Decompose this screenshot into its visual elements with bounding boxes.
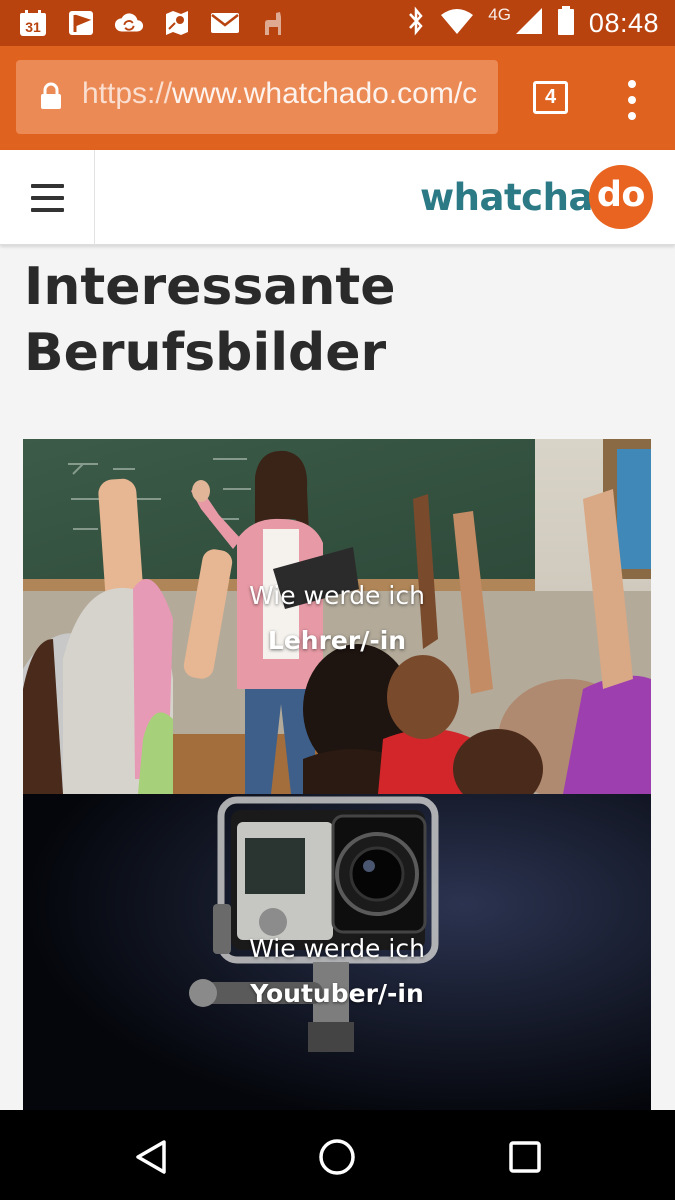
- career-card-caption: Wie werde ich Youtuber/-in: [23, 926, 651, 1016]
- career-card-line-1: Wie werde ich: [249, 934, 425, 963]
- recents-icon[interactable]: [502, 1134, 548, 1180]
- career-card-line-1: Wie werde ich: [249, 581, 425, 610]
- career-card-title: Youtuber/-in: [250, 979, 424, 1008]
- back-icon[interactable]: [128, 1134, 174, 1180]
- llama-icon: [258, 8, 288, 38]
- bluetooth-icon: [406, 6, 426, 40]
- clock: 08:48: [588, 7, 659, 38]
- overflow-menu-icon[interactable]: [620, 80, 644, 120]
- logo-text: whatcha: [420, 175, 593, 219]
- logo-bubble-text: do: [596, 175, 646, 215]
- maps-icon: [162, 8, 192, 38]
- url-text: https://www.whatchado.com/c: [82, 77, 477, 111]
- career-card-caption: Wie werde ich Lehrer/-in: [23, 573, 651, 663]
- url-scheme: https://: [82, 77, 173, 110]
- calendar-day: 31: [25, 19, 41, 35]
- navigation-bar: [0, 1110, 675, 1200]
- career-card-teacher[interactable]: Wie werde ich Lehrer/-in: [23, 439, 651, 794]
- page-title-line-1: Interessante: [24, 257, 396, 317]
- wifi-icon: [440, 7, 474, 39]
- cloud-sync-icon: [114, 8, 144, 38]
- logo-bubble: do: [588, 165, 655, 229]
- address-bar[interactable]: https://www.whatchado.com/c: [16, 60, 498, 134]
- browser-toolbar: https://www.whatchado.com/c 4: [0, 46, 675, 150]
- career-card-title: Lehrer/-in: [267, 626, 407, 655]
- hamburger-menu-icon[interactable]: [0, 150, 95, 245]
- network-type: 4G: [488, 5, 511, 24]
- tab-switcher-button[interactable]: 4: [533, 81, 568, 114]
- whatchado-logo[interactable]: whatcha do: [420, 164, 655, 230]
- url-host: www.whatchado.com/c: [172, 77, 478, 110]
- calendar-icon: 31: [18, 8, 48, 38]
- lock-icon: [40, 82, 62, 114]
- mail-icon: [210, 8, 240, 38]
- page-title: Interessante Berufsbilder: [24, 254, 644, 386]
- career-card-youtuber[interactable]: Wie werde ich Youtuber/-in: [23, 794, 651, 1110]
- signal-icon: [515, 7, 543, 39]
- battery-icon: [557, 6, 575, 40]
- page-title-line-2: Berufsbilder: [24, 323, 387, 383]
- home-icon[interactable]: [314, 1134, 360, 1180]
- status-bar: 31 4G 08:48: [0, 0, 675, 46]
- flag-icon: [66, 8, 96, 38]
- site-header: whatcha do: [0, 150, 675, 245]
